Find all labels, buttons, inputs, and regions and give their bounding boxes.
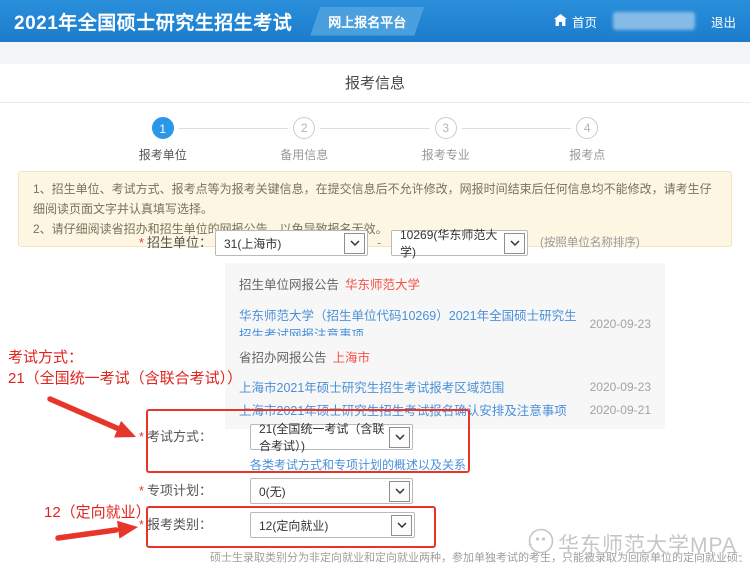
required-asterisk: * (139, 235, 144, 250)
select-value: 21(全国统一考试（含联合考试）) (259, 420, 389, 454)
announcement-highlight: 华东师范大学 (345, 278, 420, 292)
step-circle: 1 (152, 117, 174, 139)
recruit-province-select[interactable]: 31(上海市) (215, 230, 368, 256)
category-annotation: 12（定向就业） (44, 502, 151, 523)
exam-mode-select[interactable]: 21(全国统一考试（含联合考试）) (250, 424, 413, 450)
dash-separator: - (377, 230, 381, 256)
special-plan-label: *专项计划： (0, 478, 212, 504)
step-label: 报考单位 (92, 146, 234, 163)
home-link-label: 首页 (572, 12, 597, 31)
watermark: 华东师范大学MPA (527, 527, 737, 561)
announcement-link[interactable]: 上海市2021年硕士研究生招生考试报名确认安排及注意事项 (239, 400, 567, 419)
recruit-unit-label: *招生单位： (0, 230, 212, 256)
exam-mode-label: *考试方式： (0, 424, 212, 450)
select-value: 12(定向就业) (259, 517, 328, 534)
announcement-title: 省招办网报公告上海市 (239, 347, 651, 366)
app-title: 2021年全国硕士研究生招生考试 (14, 8, 292, 35)
announcement-link[interactable]: 上海市2021年硕士研究生招生考试报考区域范围 (239, 377, 504, 396)
announcement-date: 2020-09-23 (590, 317, 651, 331)
select-value: 0(无) (259, 483, 286, 500)
step-backup-info: 2 备用信息 (234, 117, 376, 163)
registration-page: 2021年全国硕士研究生招生考试 网上报名平台 首页 退出 报考信息 1 报考单… (0, 0, 750, 576)
announcement-highlight: 上海市 (333, 351, 371, 365)
required-asterisk: * (139, 483, 144, 498)
step-major: 3 报考专业 (375, 117, 517, 163)
platform-badge: 网上报名平台 (310, 7, 424, 36)
step-circle: 2 (293, 117, 315, 139)
app-header: 2021年全国硕士研究生招生考试 网上报名平台 首页 退出 (0, 0, 750, 42)
announcement-item: 上海市2021年硕士研究生招生考试报考区域范围 2020-09-23 (239, 377, 651, 396)
page-title: 报考信息 (0, 72, 750, 93)
select-value: 31(上海市) (224, 235, 281, 252)
title-divider (0, 102, 750, 103)
wizard-stepper: 1 报考单位 2 备用信息 3 报考专业 4 报考点 (92, 117, 658, 163)
announcement-title: 招生单位网报公告华东师范大学 (239, 274, 651, 293)
step-label: 备用信息 (234, 146, 376, 163)
wechat-logo-icon (527, 527, 555, 561)
recruit-unit-select[interactable]: 10269(华东师范大学) (391, 230, 528, 256)
category-select[interactable]: 12(定向就业) (250, 512, 415, 538)
select-value: 10269(华东师范大学) (400, 226, 504, 260)
special-plan-select[interactable]: 0(无) (250, 478, 413, 504)
step-exam-site: 4 报考点 (517, 117, 659, 163)
announcement-item: 上海市2021年硕士研究生招生考试报名确认安排及注意事项 2020-09-21 (239, 400, 651, 419)
announcement-date: 2020-09-21 (590, 403, 651, 417)
exam-mode-info-link[interactable]: 各类考试方式和专项计划的概述以及关系 (250, 456, 466, 473)
required-asterisk: * (139, 429, 144, 444)
watermark-text: 华东师范大学MPA (558, 529, 737, 559)
province-announcement-block: 省招办网报公告上海市 上海市2021年硕士研究生招生考试报考区域范围 2020-… (225, 336, 665, 429)
subheader-strip (0, 42, 750, 64)
announcement-date: 2020-09-23 (590, 380, 651, 394)
chevron-down-icon (389, 427, 410, 448)
chevron-down-icon (344, 233, 365, 254)
username-blurred (613, 12, 695, 30)
home-icon (554, 14, 567, 29)
home-link[interactable]: 首页 (554, 12, 597, 31)
header-nav: 首页 退出 (554, 12, 736, 31)
step-circle: 3 (435, 117, 457, 139)
logout-link[interactable]: 退出 (711, 12, 736, 31)
chevron-down-icon (504, 233, 525, 254)
step-recruit-unit: 1 报考单位 (92, 117, 234, 163)
step-circle: 4 (576, 117, 598, 139)
exam-mode-annotation: 考试方式： 21（全国统一考试（含联合考试）） (8, 347, 242, 389)
sort-note: (按照单位名称排序) (540, 230, 640, 256)
step-label: 报考点 (517, 146, 659, 163)
step-label: 报考专业 (375, 146, 517, 163)
chevron-down-icon (391, 515, 412, 536)
notice-line-1: 1、招生单位、考试方式、报考点等为报考关键信息，在提交信息后不允许修改，网报时间… (33, 179, 717, 219)
chevron-down-icon (389, 481, 410, 502)
